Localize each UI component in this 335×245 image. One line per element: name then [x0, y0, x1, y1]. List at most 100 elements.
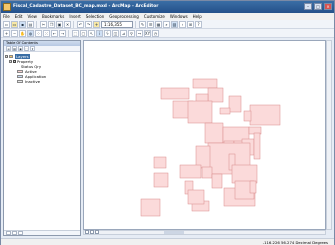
- parcel-polygon[interactable]: [243, 110, 252, 122]
- forward-extent-icon[interactable]: →: [59, 29, 66, 37]
- list-by-drawing-order-icon[interactable]: ≡: [6, 46, 11, 51]
- toolbar-separator: [73, 20, 75, 28]
- new-document-icon[interactable]: ▫: [3, 20, 10, 28]
- model-builder-icon[interactable]: ⊞: [187, 20, 194, 28]
- menu-customize[interactable]: Customize: [144, 14, 165, 19]
- list-by-source-icon[interactable]: ▤: [12, 46, 17, 51]
- map-view[interactable]: [83, 40, 326, 230]
- redo-icon[interactable]: ↷: [85, 20, 92, 28]
- toc-tab[interactable]: [18, 231, 23, 235]
- select-elements-icon[interactable]: ↖: [88, 29, 95, 37]
- menu-edit[interactable]: Edit: [15, 14, 23, 19]
- parcel-polygon[interactable]: [207, 87, 224, 103]
- parcel-polygon[interactable]: [231, 164, 258, 184]
- parcel-polygon[interactable]: [204, 122, 224, 144]
- layer-visibility-checkbox[interactable]: ✓: [13, 60, 16, 63]
- print-icon[interactable]: ▤: [27, 20, 34, 28]
- select-features-icon[interactable]: ⬚: [72, 29, 79, 37]
- editor-toolbar-icon[interactable]: ✎: [139, 20, 146, 28]
- toc-tab[interactable]: [12, 231, 17, 235]
- open-folder-icon[interactable]: ▭: [11, 20, 18, 28]
- menu-help[interactable]: Help: [193, 14, 202, 19]
- layout-view-button[interactable]: [90, 230, 94, 234]
- cut-icon[interactable]: ✂: [40, 20, 47, 28]
- toc-options-icon[interactable]: ▾: [30, 46, 35, 51]
- map-canvas[interactable]: [84, 41, 326, 230]
- measure-icon[interactable]: ⊿: [120, 29, 127, 37]
- menu-selection[interactable]: Selection: [86, 14, 104, 19]
- legend-swatch-active: [17, 70, 23, 73]
- parcel-polygon[interactable]: [228, 95, 242, 113]
- standard-toolbar: ▫ ▭ ▪ ▤ ✂ ❐ ▣ ✕ ↶ ↷ + 1:16,355 ✎ ☰ ▦ ⌕ ▧…: [1, 20, 334, 29]
- maximize-button[interactable]: □: [314, 3, 322, 10]
- fixed-zoom-in-icon[interactable]: ⁘: [35, 29, 42, 37]
- horizontal-scrollbar[interactable]: [83, 230, 326, 235]
- parcel-polygon[interactable]: [219, 107, 231, 115]
- parcel-polygon[interactable]: [153, 172, 169, 188]
- list-by-selection-icon[interactable]: ⬚: [24, 46, 29, 51]
- parcel-polygon[interactable]: [153, 156, 167, 169]
- find-route-icon[interactable]: ⤳: [136, 29, 143, 37]
- toc-tab[interactable]: [6, 231, 11, 235]
- undo-icon[interactable]: ↶: [77, 20, 84, 28]
- menu-windows[interactable]: Windows: [170, 14, 188, 19]
- help-icon[interactable]: ?: [195, 20, 202, 28]
- clear-selection-icon[interactable]: ▢: [80, 29, 87, 37]
- full-extent-icon[interactable]: ◍: [27, 29, 34, 37]
- close-button[interactable]: ×: [324, 3, 332, 10]
- go-to-xy-icon[interactable]: XY: [144, 29, 151, 37]
- map-scale-input[interactable]: 1:16,355: [101, 20, 133, 28]
- copy-icon[interactable]: ❐: [48, 20, 55, 28]
- legend-item[interactable]: Inactive: [5, 79, 79, 84]
- parcel-polygon[interactable]: [249, 104, 281, 126]
- status-bar: -116.226 56.274 Decimal Degrees: [1, 238, 334, 245]
- parcel-polygon[interactable]: [211, 173, 223, 189]
- parcel-polygon[interactable]: [187, 100, 213, 124]
- paste-icon[interactable]: ▣: [56, 20, 63, 28]
- view-switch-buttons: [85, 230, 99, 234]
- collapse-icon[interactable]: −: [5, 55, 8, 58]
- parcel-polygon[interactable]: [195, 145, 211, 169]
- scrollbar-thumb[interactable]: [164, 231, 184, 234]
- collapse-icon[interactable]: −: [9, 60, 12, 63]
- layer-tree: − Layers − ✓ Property Status Qry Active: [4, 52, 80, 86]
- menu-geoprocessing[interactable]: Geoprocessing: [109, 14, 139, 19]
- save-icon[interactable]: ▪: [19, 20, 26, 28]
- hyperlink-icon[interactable]: ϟ: [104, 29, 111, 37]
- pan-icon[interactable]: ✋: [19, 29, 26, 37]
- find-icon[interactable]: ⚲: [128, 29, 135, 37]
- parcel-polygon[interactable]: [179, 164, 202, 179]
- parcel-polygon[interactable]: [249, 180, 257, 194]
- back-extent-icon[interactable]: ←: [51, 29, 58, 37]
- catalog-icon[interactable]: ▦: [155, 20, 162, 28]
- parcel-polygon[interactable]: [160, 87, 190, 100]
- menu-view[interactable]: View: [27, 14, 37, 19]
- zoom-in-icon[interactable]: +: [3, 29, 10, 37]
- refresh-view-button[interactable]: [95, 230, 99, 234]
- vertical-scrollbar[interactable]: [326, 40, 332, 230]
- add-data-icon[interactable]: +: [93, 20, 100, 28]
- parcel-polygon[interactable]: [140, 198, 161, 217]
- python-icon[interactable]: ›: [179, 20, 186, 28]
- zoom-out-icon[interactable]: −: [11, 29, 18, 37]
- identify-icon[interactable]: i: [96, 29, 103, 37]
- time-slider-icon[interactable]: ◷: [152, 29, 159, 37]
- arctoolbox-icon[interactable]: ▧: [171, 20, 178, 28]
- data-view-button[interactable]: [85, 230, 89, 234]
- menu-bookmarks[interactable]: Bookmarks: [42, 14, 64, 19]
- html-popup-icon[interactable]: ◫: [112, 29, 119, 37]
- window-controls: – □ ×: [304, 3, 332, 10]
- fixed-zoom-out-icon[interactable]: ⁙: [43, 29, 50, 37]
- toolbar-separator: [135, 20, 137, 28]
- minimize-button[interactable]: –: [304, 3, 312, 10]
- delete-icon[interactable]: ✕: [64, 20, 71, 28]
- menu-insert[interactable]: Insert: [69, 14, 80, 19]
- list-by-visibility-icon[interactable]: ◉: [18, 46, 23, 51]
- parcel-polygon[interactable]: [192, 78, 218, 89]
- parcel-polygon[interactable]: [201, 166, 213, 179]
- menu-file[interactable]: File: [3, 14, 10, 19]
- search-icon[interactable]: ⌕: [163, 20, 170, 28]
- parcel-polygon[interactable]: [187, 189, 205, 205]
- table-of-contents-icon[interactable]: ☰: [147, 20, 154, 28]
- parcel-polygon[interactable]: [253, 132, 261, 160]
